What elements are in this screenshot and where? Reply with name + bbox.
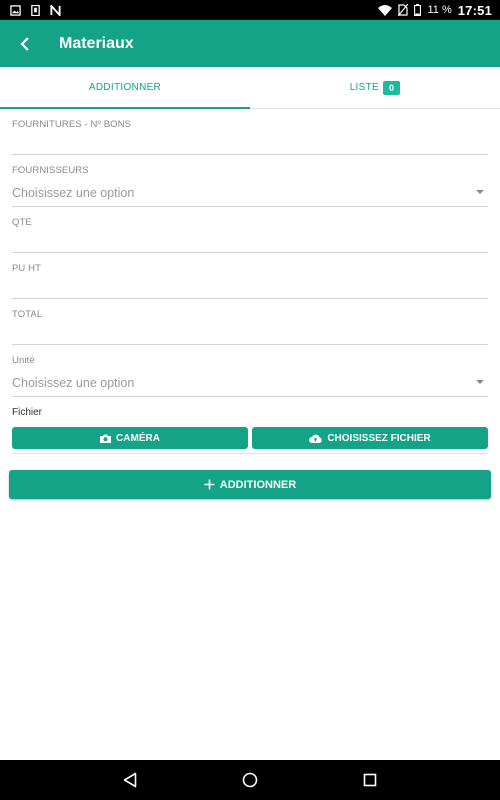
- choose-file-button[interactable]: CHOISISSEZ FICHIER: [252, 427, 488, 449]
- nav-back-button[interactable]: [115, 765, 145, 795]
- total-field[interactable]: TOTAL: [12, 309, 488, 345]
- status-right: 11 % 17:51: [378, 3, 500, 18]
- nav-recents-icon: [363, 773, 377, 787]
- chevron-down-icon: [476, 380, 484, 384]
- add-button[interactable]: ADDITIONNER: [9, 470, 491, 499]
- battery-icon: [414, 4, 422, 16]
- fournisseurs-label: FOURNISSEURS: [12, 165, 89, 176]
- nav-home-button[interactable]: [235, 765, 265, 795]
- system-nav-bar: [0, 760, 500, 800]
- nav-home-icon: [242, 772, 258, 788]
- nav-recents-button[interactable]: [355, 765, 385, 795]
- screen: 11 % 17:51 Materiaux ADDITIONNER LISTE 0…: [0, 0, 500, 800]
- unite-value: Choisissez une option: [12, 376, 135, 390]
- total-label: TOTAL: [12, 309, 43, 320]
- divider: [12, 453, 488, 454]
- status-left: [0, 4, 61, 16]
- chevron-down-icon: [476, 190, 484, 194]
- camera-button[interactable]: CAMÉRA: [12, 427, 248, 449]
- back-arrow-icon: [20, 36, 29, 51]
- back-button[interactable]: [0, 20, 50, 67]
- choose-file-button-label: CHOISISSEZ FICHIER: [327, 432, 431, 444]
- qte-field[interactable]: QTE: [12, 217, 488, 253]
- status-bar: 11 % 17:51: [0, 0, 500, 20]
- plus-icon: [204, 479, 215, 490]
- fournitures-field[interactable]: FOURNITURES - Nº BONS: [12, 119, 488, 155]
- pu-ht-field[interactable]: PU HT: [12, 263, 488, 299]
- clock: 17:51: [457, 2, 492, 18]
- unite-label: Unité: [12, 355, 35, 366]
- nav-back-icon: [123, 772, 137, 788]
- image-icon: [10, 4, 21, 16]
- fournisseurs-select[interactable]: FOURNISSEURS Choisissez une option: [12, 165, 488, 207]
- add-button-label: ADDITIONNER: [219, 478, 297, 491]
- pu-ht-label: PU HT: [12, 263, 41, 274]
- fichier-label: Fichier: [12, 407, 43, 418]
- page-title: Materiaux: [59, 34, 134, 52]
- tab-liste[interactable]: LISTE 0: [250, 67, 500, 108]
- battery-text: 11 %: [427, 4, 452, 16]
- app-bar: Materiaux: [0, 20, 500, 67]
- tabs: ADDITIONNER LISTE 0: [0, 67, 500, 109]
- tab-additionner[interactable]: ADDITIONNER: [0, 67, 250, 109]
- unite-select[interactable]: Unité Choisissez une option: [12, 355, 488, 397]
- no-sim-icon: [398, 4, 409, 16]
- camera-icon: [100, 434, 112, 443]
- sim-icon: [31, 4, 40, 16]
- file-buttons: CAMÉRA CHOISISSEZ FICHIER: [12, 427, 488, 449]
- tab-additionner-label: ADDITIONNER: [88, 82, 162, 93]
- wifi-icon: [378, 4, 393, 16]
- cloud-upload-icon: [309, 434, 322, 443]
- qte-label: QTE: [12, 217, 32, 228]
- camera-button-label: CAMÉRA: [116, 432, 160, 444]
- liste-count-badge: 0: [382, 80, 401, 95]
- fournisseurs-value: Choisissez une option: [12, 186, 135, 200]
- fournitures-label: FOURNITURES - Nº BONS: [12, 119, 132, 130]
- n-icon: [50, 4, 61, 16]
- tab-liste-label: LISTE: [349, 82, 379, 93]
